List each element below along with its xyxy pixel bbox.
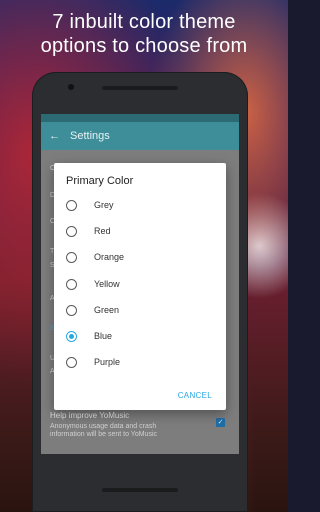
radio-button[interactable]: [66, 278, 77, 290]
help-improve-checkbox[interactable]: ✓: [216, 418, 225, 427]
help-improve-desc-2: information will be sent to YoMusic: [50, 431, 157, 438]
option-label: Grey: [94, 200, 114, 210]
bottom-speaker: [102, 488, 178, 492]
option-blue[interactable]: Blue: [66, 326, 216, 346]
help-improve-desc-1: Anonymous usage data and crash: [50, 423, 157, 430]
headline-line-1: 7 inbuilt color theme: [52, 11, 236, 33]
dialog-title: Primary Color: [66, 175, 134, 187]
option-green[interactable]: Green: [66, 300, 216, 320]
status-bar: [41, 114, 239, 122]
option-label: Red: [94, 226, 111, 236]
option-red[interactable]: Red: [66, 221, 216, 241]
headline-line-2: options to choose from: [40, 35, 248, 57]
promo-headline: 7 inbuilt color theme options to choose …: [0, 10, 288, 58]
app-bar: ← Settings: [41, 122, 239, 150]
camera-icon: [68, 84, 74, 90]
radio-button[interactable]: [66, 225, 77, 237]
primary-color-dialog: Primary Color Grey Red Orange Yellow Gre…: [54, 163, 226, 410]
app-bar-title: Settings: [70, 130, 110, 142]
option-orange[interactable]: Orange: [66, 247, 216, 267]
option-label: Orange: [94, 252, 125, 262]
cancel-button[interactable]: CANCEL: [178, 391, 212, 400]
option-grey[interactable]: Grey: [66, 195, 216, 215]
option-label: Yellow: [94, 279, 120, 289]
radio-button[interactable]: [66, 356, 77, 368]
radio-button[interactable]: [66, 304, 77, 316]
earpiece-speaker: [102, 86, 178, 90]
option-yellow[interactable]: Yellow: [66, 274, 216, 294]
option-label: Purple: [94, 357, 121, 367]
option-purple[interactable]: Purple: [66, 352, 216, 372]
option-label: Green: [94, 305, 120, 315]
option-label: Blue: [94, 331, 113, 341]
arrow-left-icon[interactable]: ←: [49, 130, 60, 142]
radio-button[interactable]: [66, 251, 77, 263]
radio-button-selected[interactable]: [66, 330, 77, 342]
radio-button[interactable]: [66, 199, 77, 211]
help-improve-title: Help improve YoMusic: [50, 411, 130, 420]
